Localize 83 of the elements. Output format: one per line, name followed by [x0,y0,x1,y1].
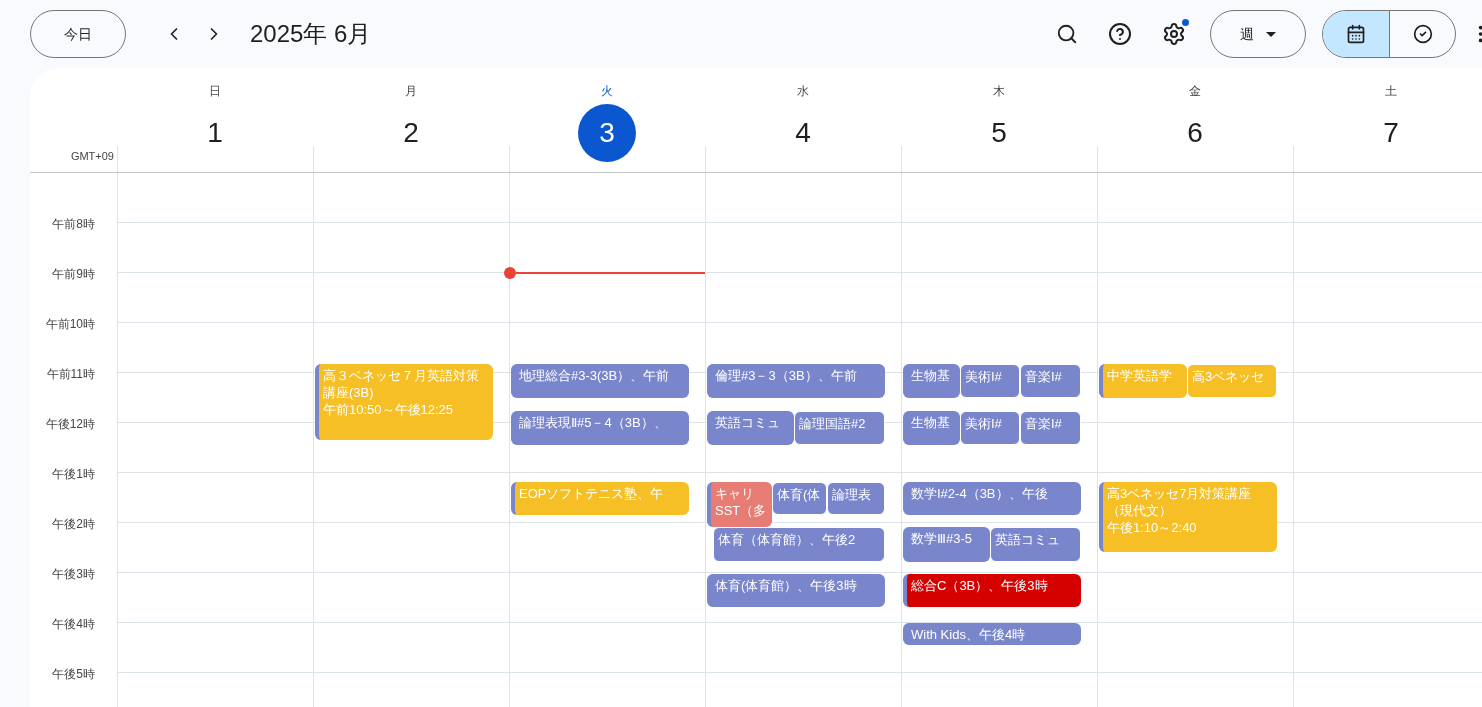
event-chip[interactable]: 論理表現Ⅱ#5－4（3B）、 [511,411,689,445]
settings-icon [1162,22,1186,46]
event-chip[interactable]: 美術I# [960,411,1020,445]
weekday-label: 金 [1189,83,1201,100]
date-number[interactable]: 7 [1362,104,1420,162]
event-chip[interactable]: With Kids、午後4時 [903,623,1081,645]
caret-icon [1266,31,1276,37]
event-title: 高3ベネッセ [1192,369,1265,384]
event-chip[interactable]: 美術I# [960,364,1020,398]
hour-label: 午後1時 [52,467,95,481]
date-number[interactable]: 2 [382,104,440,162]
event-chip[interactable]: 英語コミュ [990,527,1081,562]
event-chip[interactable]: 生物基 [903,411,960,445]
month-title: 2025年 6月 [250,19,372,49]
weekday-label: 日 [209,83,221,100]
weekday-label: 月 [405,83,417,100]
event-title: 音楽I# [1025,416,1062,431]
event-chip[interactable]: 総合C（3B）、午後3時 [903,574,1081,607]
event-title: EOPソフトテニス塾、午 [519,486,664,501]
event-title: 体育(体育館）、午後3時 [715,578,857,593]
weekday-label: 土 [1385,83,1397,100]
event-title: 高3ベネッセ7月対策講座（現代文） [1107,486,1252,518]
event-title: 総合C（3B）、午後3時 [911,578,1048,593]
event-chip[interactable]: 生物基 [903,364,960,398]
help-icon [1108,22,1132,46]
event-chip[interactable]: 体育（体育館）、午後2 [713,527,885,562]
check-circle-icon [1412,24,1433,44]
hour-label: 午後5時 [52,667,95,681]
hour-label: 午後3時 [52,567,95,581]
event-title: 体育(体 [777,487,821,502]
event-chip[interactable]: 地理総合#3-3(3B）、午前 [511,364,689,398]
event-chip[interactable]: 音楽I# [1020,411,1081,445]
hour-label: 午前11時 [46,367,95,381]
weekday-label: 火 [601,83,613,100]
event-chip[interactable]: 数学I#2-4（3B）、午後 [903,482,1081,515]
view-toggle-option[interactable] [1323,11,1389,57]
weekday-label: 水 [797,83,809,100]
event-title: 生物基 [911,368,950,383]
event-title: 数学Ⅲ#3-5 [911,531,973,546]
search-icon [1056,23,1078,45]
event-detail: 午後1:10～2:40 [1107,520,1197,535]
date-number[interactable]: 6 [1166,104,1224,162]
date-number[interactable]: 4 [774,104,832,162]
date-number[interactable]: 3 [578,104,636,162]
hour-label: 午前8時 [52,217,95,231]
event-chip[interactable]: 論理表 [827,482,885,515]
event-chip[interactable]: 音楽I# [1020,364,1081,398]
event-chip[interactable]: 論理国語#2 [794,411,885,445]
event-title: 倫理#3－3（3B）、午前 [715,368,857,383]
event-title: 体育（体育館）、午後2 [718,532,856,547]
event-chip[interactable]: 数学Ⅲ#3-5 [903,527,990,562]
event-title: 数学I#2-4（3B）、午後 [911,486,1048,501]
hour-label: 午前10時 [45,317,95,331]
event-title: 音楽I# [1025,369,1062,384]
event-chip[interactable]: 英語コミュ [707,411,794,445]
hour-label: 午後12時 [45,417,95,431]
event-title: 美術I# [965,369,1002,384]
event-title: 論理表 [832,487,871,502]
event-title: 論理国語#2 [799,416,866,431]
date-number[interactable]: 5 [970,104,1028,162]
event-title: 英語コミュ [715,415,780,430]
event-detail: 午前10:50～午後12:25 [323,402,454,417]
hour-label: 午前9時 [52,267,95,281]
event-chip[interactable]: 倫理#3－3（3B）、午前 [707,364,885,398]
event-title: 高３ベネッセ７月英語対策講座(3B) [323,368,479,400]
hour-label: 午後2時 [52,517,95,531]
weekday-label: 木 [993,83,1005,100]
event-title: 中学英語学 [1107,368,1172,383]
event-title: キャリ [715,486,754,501]
event-chip[interactable]: 体育(体育館）、午後3時 [707,574,885,607]
date-number[interactable]: 1 [186,104,244,162]
event-detail: SST（多 [715,503,767,518]
event-title: With Kids、午後4時 [911,627,1026,642]
timezone-label: GMT+09 [70,148,114,164]
hour-label: 午後4時 [52,617,95,631]
calendar-icon [1346,24,1366,44]
event-title: 生物基 [911,415,950,430]
event-title: 英語コミュ [995,532,1060,547]
event-title: 地理総合#3-3(3B）、午前 [519,368,670,383]
event-title: 美術I# [965,416,1002,431]
event-chip[interactable]: 体育(体 [772,482,827,515]
event-title: 論理表現Ⅱ#5－4（3B）、 [519,415,667,430]
event-chip[interactable]: キャリ SST（多 [707,482,772,527]
